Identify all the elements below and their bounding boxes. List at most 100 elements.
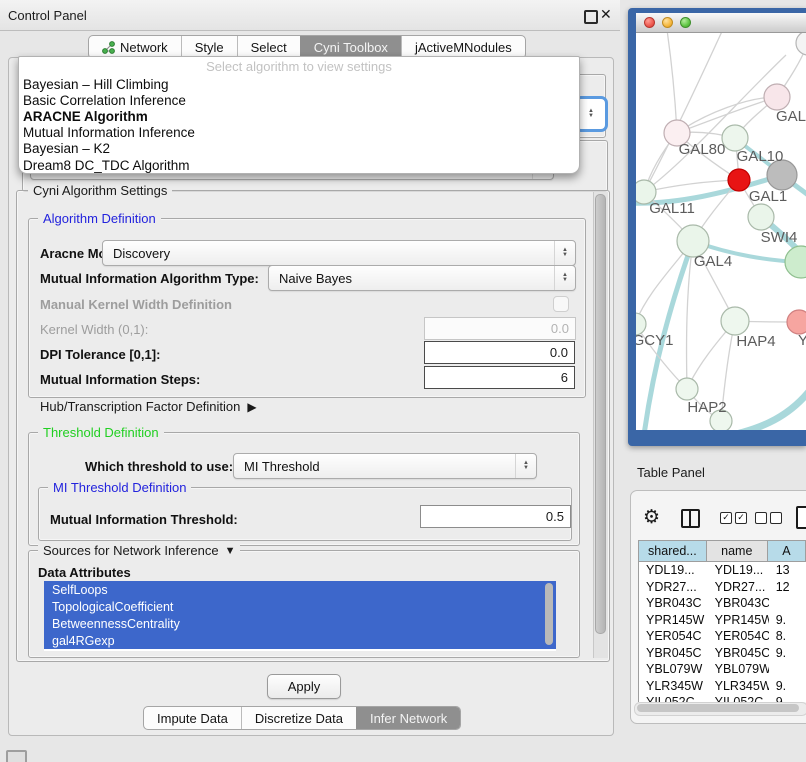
algorithm-option-basic-correlation-inference[interactable]: Basic Correlation Inference	[19, 92, 579, 108]
close-icon[interactable]: ✕	[600, 6, 612, 23]
dpi-tolerance-field[interactable]: 0.0	[424, 341, 575, 364]
table-row[interactable]: YBR043CYBR043C	[639, 595, 806, 612]
kernel-width-field[interactable]: 0.0	[424, 317, 576, 340]
column-header-a[interactable]: A	[768, 540, 806, 562]
table-cell: YPR145W	[639, 612, 708, 629]
sources-toggle[interactable]: Sources for Network Inference ▼	[38, 543, 240, 558]
network-node-label: GAL7	[776, 108, 806, 125]
table-header: shared...nameA	[638, 540, 806, 562]
tab-select[interactable]: Select	[237, 36, 300, 58]
tab-discretize-data[interactable]: Discretize Data	[241, 707, 356, 729]
table-row[interactable]: YPR145WYPR145W9.	[639, 612, 806, 629]
network-node[interactable]	[787, 310, 806, 334]
select-all-columns-icon[interactable]: ✓✓	[720, 512, 747, 524]
apply-button[interactable]: Apply	[267, 674, 341, 699]
table-row[interactable]: YIL052CYIL052C9.	[639, 694, 806, 702]
table-cell: 9.	[769, 612, 806, 629]
mi-type-label: Mutual Information Algorithm Type:	[40, 271, 259, 286]
algorithm-dropdown-items: Bayesian – Hill ClimbingBasic Correlatio…	[19, 76, 579, 173]
column-header-shared[interactable]: shared...	[638, 540, 707, 562]
table-row[interactable]: YBR045CYBR045C9.	[639, 645, 806, 662]
table-hscrollbar-thumb[interactable]	[637, 704, 799, 712]
tab-label: Style	[195, 40, 224, 55]
network-node[interactable]	[796, 33, 806, 55]
table-cell: 9.	[769, 678, 806, 695]
mi-threshold-field[interactable]: 0.5	[420, 505, 571, 528]
algorithm-option-bayesian-hill-climbing[interactable]: Bayesian – Hill Climbing	[19, 76, 579, 92]
mi-type-combo[interactable]: Naive Bayes ▲▼	[268, 265, 576, 291]
stepper-icon: ▲▼	[588, 99, 594, 129]
minimize-window-icon[interactable]	[662, 17, 673, 28]
gear-icon[interactable]: ⚙	[643, 508, 660, 527]
network-node[interactable]	[785, 246, 806, 278]
tab-label: Network	[120, 40, 168, 55]
network-node-label: GAL10	[737, 148, 784, 165]
close-window-icon[interactable]	[644, 17, 655, 28]
network-node[interactable]	[721, 307, 749, 335]
table-row[interactable]: YER054CYER054C8.	[639, 628, 806, 645]
manual-kernel-checkbox[interactable]	[553, 296, 569, 312]
tab-jactivemnodules[interactable]: jActiveMNodules	[401, 36, 525, 58]
tab-style[interactable]: Style	[181, 36, 237, 58]
table-cell: YER054C	[639, 628, 708, 645]
table-cell: 9.	[769, 645, 806, 662]
attribute-item-gal4rgexp[interactable]: gal4RGexp	[44, 632, 556, 649]
tab-network[interactable]: Network	[89, 36, 181, 58]
control-panel-title: Control Panel	[8, 8, 87, 23]
stepper-icon: ▲▼	[515, 454, 536, 478]
network-node-label: GAL80	[679, 141, 726, 158]
network-node[interactable]	[728, 169, 750, 191]
table-row[interactable]: YDR27...YDR27...12	[639, 579, 806, 596]
table-cell: YIL052C	[708, 694, 769, 702]
algorithm-dropdown-popup: Select algorithm to view settings Bayesi…	[18, 56, 580, 174]
network-window[interactable]: GAL7GAL80GAL10GAL1GAL11SWI4GAL4GCY1HAP4Y…	[636, 13, 806, 430]
which-threshold-combo[interactable]: MI Threshold ▲▼	[233, 453, 537, 479]
network-canvas[interactable]: GAL7GAL80GAL10GAL1GAL11SWI4GAL4GCY1HAP4Y…	[636, 33, 806, 430]
tab-infer-network[interactable]: Infer Network	[356, 707, 460, 729]
deselect-all-columns-icon[interactable]	[755, 512, 782, 524]
attributes-scrollbar-thumb[interactable]	[545, 583, 553, 645]
attribute-item-topologicalcoefficient[interactable]: TopologicalCoefficient	[44, 598, 556, 615]
attribute-item-selfloops[interactable]: SelfLoops	[44, 581, 556, 598]
manual-kernel-label: Manual Kernel Width Definition	[40, 297, 232, 312]
table-row[interactable]: YLR345WYLR345W9.	[639, 678, 806, 695]
app-root: Control Panel ✕ Network Style SelectCyni T…	[0, 0, 806, 762]
table-cell: YPR145W	[708, 612, 769, 629]
attribute-item-betweennesscentrality[interactable]: BetweennessCentrality	[44, 615, 556, 632]
table-cell: YDL19...	[708, 562, 769, 579]
columns-icon[interactable]	[681, 509, 700, 528]
hub-definition-label: Hub/Transcription Factor Definition	[40, 399, 240, 414]
float-window-icon[interactable]	[584, 10, 598, 24]
table-row[interactable]: YDL19...YDL19...13	[639, 562, 806, 579]
settings-scrollbar-thumb[interactable]	[595, 194, 606, 634]
algorithm-option-dream8-dc-tdc-algorithm[interactable]: Dream8 DC_TDC Algorithm	[19, 157, 579, 173]
mi-threshold-group-title: MI Threshold Definition	[48, 480, 191, 495]
tab-cyni-toolbox[interactable]: Cyni Toolbox	[300, 36, 401, 58]
table-cell	[769, 661, 806, 678]
network-node[interactable]	[764, 84, 790, 110]
floating-panel-icon[interactable]	[6, 750, 27, 762]
which-threshold-label: Which threshold to use:	[85, 459, 233, 474]
stepper-icon: ▲▼	[554, 266, 575, 290]
export-table-icon[interactable]	[796, 506, 806, 529]
column-header-name[interactable]: name	[707, 540, 768, 562]
tab-impute-data[interactable]: Impute Data	[144, 707, 241, 729]
zoom-window-icon[interactable]	[680, 17, 691, 28]
chevron-down-icon: ▼	[225, 545, 236, 557]
network-node-label: GCY1	[636, 332, 673, 349]
aracne-mode-combo[interactable]: Discovery ▲▼	[102, 240, 576, 266]
stepper-icon: ▲▼	[554, 241, 575, 265]
network-node[interactable]	[748, 204, 774, 230]
table-row[interactable]: YBL079WYBL079W	[639, 661, 806, 678]
algorithm-option-mutual-information-inference[interactable]: Mutual Information Inference	[19, 125, 579, 141]
mi-steps-field[interactable]: 6	[424, 366, 575, 389]
table-cell: YER054C	[708, 628, 769, 645]
algorithm-option-aracne-algorithm[interactable]: ARACNE Algorithm	[19, 108, 579, 124]
hub-definition-toggle[interactable]: Hub/Transcription Factor Definition ▶	[40, 399, 257, 414]
table-rows: YDL19...YDL19...13YDR27...YDR27...12YBR0…	[638, 562, 806, 702]
control-panel-titlebar	[0, 0, 620, 31]
network-node[interactable]	[676, 378, 698, 400]
threshold-definition-title: Threshold Definition	[38, 425, 164, 440]
network-window-titlebar[interactable]	[636, 13, 806, 33]
algorithm-option-bayesian-k2[interactable]: Bayesian – K2	[19, 141, 579, 157]
